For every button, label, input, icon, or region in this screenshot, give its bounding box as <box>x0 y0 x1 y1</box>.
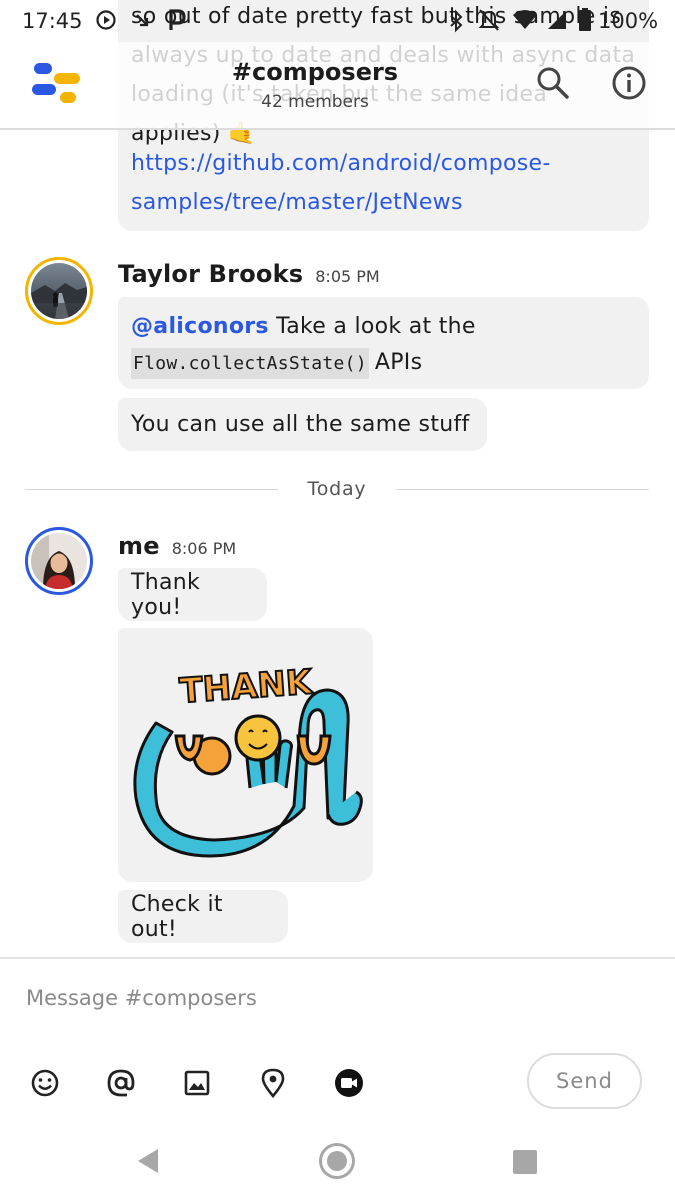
home-nav-icon[interactable] <box>318 1142 356 1184</box>
message-list[interactable]: so out of date pretty fast but this samp… <box>0 0 675 957</box>
sticker-text-thank: THANK <box>177 661 316 712</box>
emoji-icon[interactable] <box>28 1066 62 1100</box>
avatar-me[interactable] <box>25 527 93 595</box>
thank-you-sticker: THANK <box>133 661 363 858</box>
message-text: Check it out! <box>131 891 223 942</box>
message-header-taylor: Taylor Brooks 8:05 PM <box>118 260 380 288</box>
message-text: Thank you! <box>131 569 201 620</box>
media-icon <box>96 10 116 35</box>
mention-link[interactable]: @aliconors <box>131 314 269 339</box>
divider-line-left <box>25 489 278 490</box>
svg-text:THANK: THANK <box>178 662 315 711</box>
message-bubble: @aliconors Take a look at the Flow.colle… <box>118 297 649 389</box>
avatar-taylor[interactable] <box>25 257 93 325</box>
notifications-off-icon <box>478 8 500 37</box>
image-icon[interactable] <box>180 1066 214 1100</box>
message-bubble: Check it out! <box>118 890 288 943</box>
message-text: Take a look at the <box>268 314 476 339</box>
message-bubble: Thank you! <box>118 568 267 621</box>
status-bar: 17:45 100% <box>0 0 675 42</box>
message-time: 8:06 PM <box>171 539 237 558</box>
location-icon[interactable] <box>256 1066 290 1100</box>
search-icon[interactable] <box>536 66 570 100</box>
message-text: APIs <box>374 350 423 375</box>
sticker-image-bubble[interactable]: THANK <box>118 628 373 882</box>
video-icon[interactable] <box>332 1066 366 1100</box>
system-navigation-bar <box>0 1114 675 1200</box>
day-divider-label: Today <box>307 478 367 500</box>
wifi-icon <box>512 9 538 36</box>
inline-code: Flow.collectAsState() <box>131 348 369 379</box>
channel-header: #composers 42 members <box>0 42 675 130</box>
missed-call-icon <box>134 10 154 35</box>
divider-line-right <box>396 489 649 490</box>
parking-icon <box>168 8 186 37</box>
signal-icon <box>546 9 568 36</box>
message-link[interactable]: https://github.com/android/compose-sampl… <box>131 144 641 222</box>
battery-icon <box>578 8 592 37</box>
back-nav-icon[interactable] <box>134 1147 162 1179</box>
recents-nav-icon[interactable] <box>513 1150 537 1178</box>
message-header-me: me 8:06 PM <box>118 532 236 560</box>
message-input[interactable] <box>26 981 506 1015</box>
message-bubble: You can use all the same stuff <box>118 398 487 451</box>
author-name[interactable]: me <box>118 532 160 560</box>
mention-icon[interactable] <box>104 1066 138 1100</box>
send-button[interactable]: Send <box>527 1053 642 1109</box>
message-composer: Send <box>0 957 675 1116</box>
message-time: 8:05 PM <box>315 267 380 286</box>
status-time: 17:45 <box>22 9 83 33</box>
author-name[interactable]: Taylor Brooks <box>118 260 303 288</box>
bluetooth-icon <box>448 9 464 38</box>
info-icon[interactable] <box>612 66 646 100</box>
battery-percentage: 100% <box>598 9 659 33</box>
message-text: You can use all the same stuff <box>131 412 470 437</box>
